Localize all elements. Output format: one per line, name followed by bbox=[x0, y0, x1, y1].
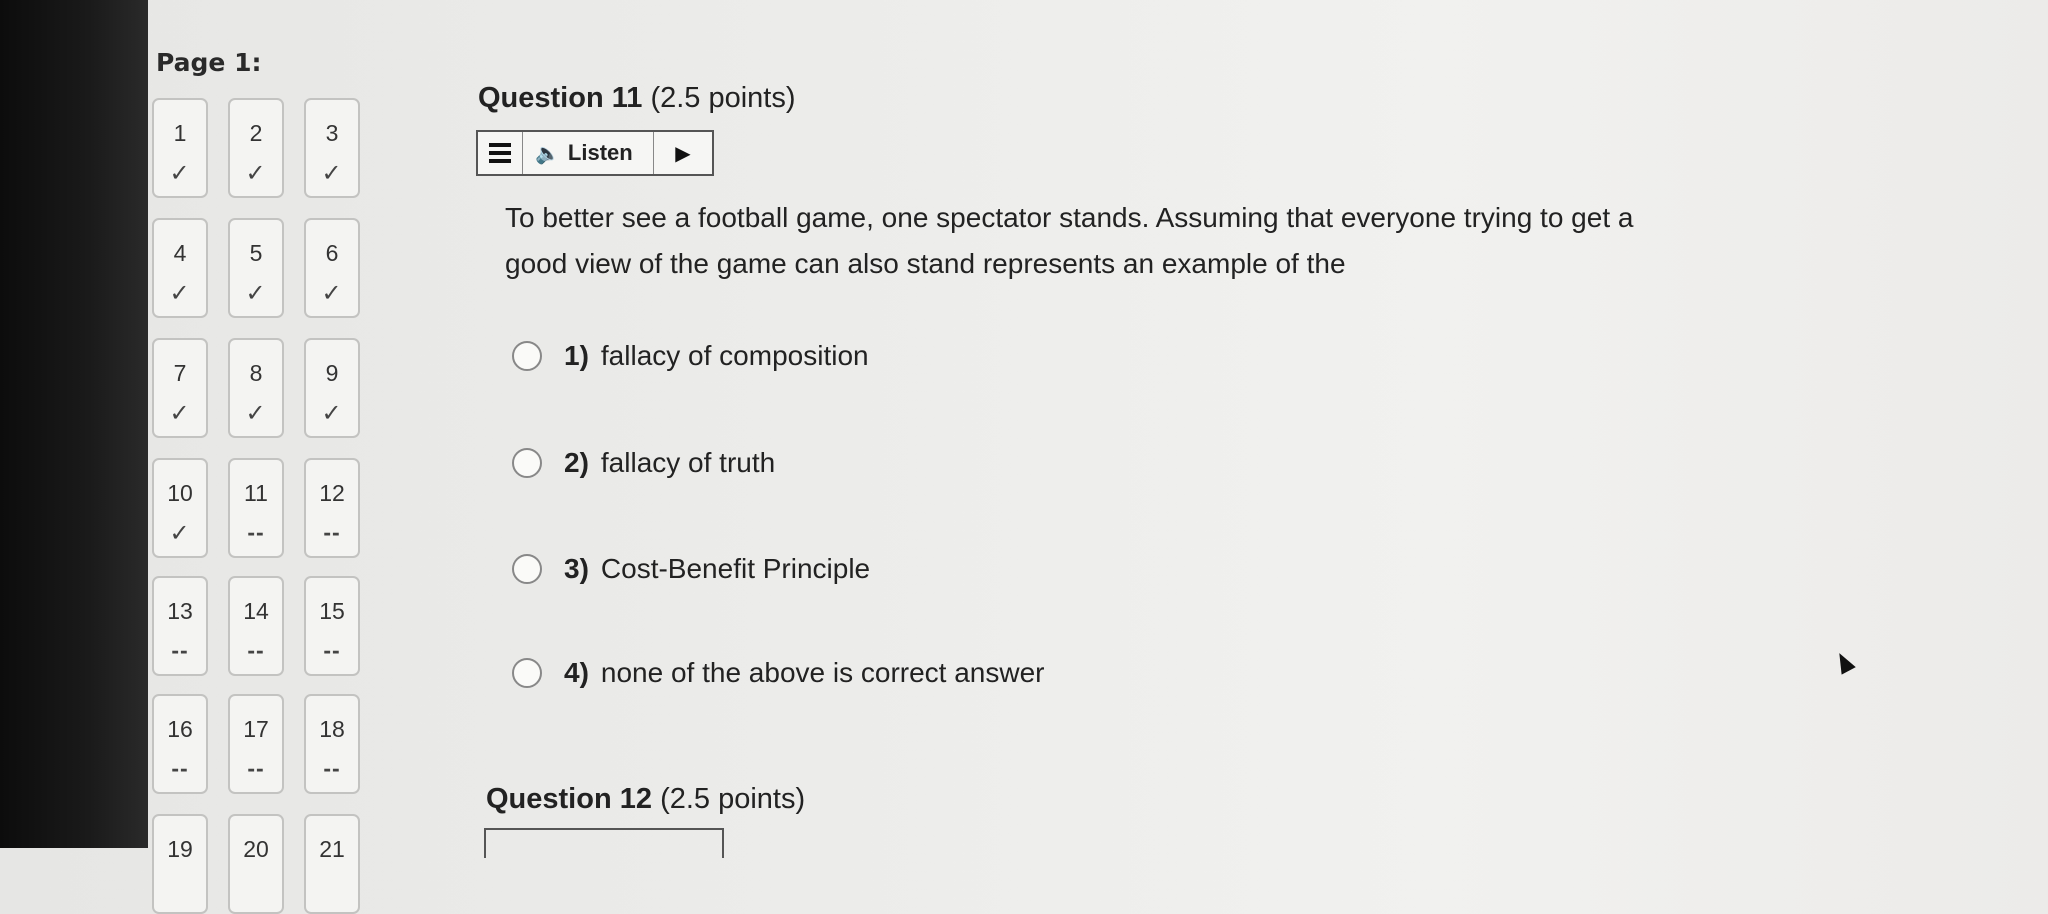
question-nav-item[interactable]: 9 ✓ bbox=[304, 338, 360, 438]
speaker-icon: 🔈 bbox=[535, 141, 560, 165]
question-nav-item[interactable]: 7 ✓ bbox=[152, 338, 208, 438]
option-number: 1) bbox=[564, 340, 589, 371]
play-icon: ▶ bbox=[675, 141, 691, 165]
screen-bezel bbox=[0, 0, 148, 848]
question-nav-number: 17 bbox=[243, 716, 269, 742]
option-number: 2) bbox=[564, 447, 589, 478]
question-nav-item[interactable]: 10 ✓ bbox=[152, 458, 208, 558]
question-nav-number: 11 bbox=[244, 480, 268, 506]
listen-button[interactable]: 🔈 Listen bbox=[523, 132, 654, 174]
question-nav-number: 4 bbox=[173, 240, 187, 266]
answer-option-3[interactable]: 3) Cost-Benefit Principle bbox=[512, 553, 870, 585]
check-icon: ✓ bbox=[245, 280, 267, 307]
question-nav-item[interactable]: 1 ✓ bbox=[152, 98, 208, 198]
unanswered-mark: -- bbox=[323, 637, 341, 663]
question-nav-number: 6 bbox=[325, 240, 339, 266]
answer-option-4[interactable]: 4) none of the above is correct answer bbox=[512, 657, 1045, 689]
question-nav-item[interactable]: 19 bbox=[152, 814, 208, 914]
unanswered-mark: -- bbox=[247, 637, 265, 663]
listen-menu-button[interactable] bbox=[478, 132, 523, 174]
unanswered-mark: -- bbox=[323, 755, 341, 781]
question-nav-number: 13 bbox=[167, 598, 193, 624]
question-nav-number: 3 bbox=[325, 120, 339, 146]
question-nav-number: 5 bbox=[249, 240, 263, 266]
unanswered-mark: -- bbox=[323, 519, 341, 545]
option-number: 3) bbox=[564, 553, 589, 584]
question-11-number: Question 11 bbox=[478, 82, 643, 114]
play-button[interactable]: ▶ bbox=[654, 132, 712, 174]
radio-button[interactable] bbox=[512, 554, 542, 584]
radio-button[interactable] bbox=[512, 448, 542, 478]
question-11-text: To better see a football game, one spect… bbox=[505, 202, 1634, 279]
check-icon: ✓ bbox=[169, 160, 191, 187]
question-nav-item[interactable]: 14 -- bbox=[228, 576, 284, 676]
question-nav-item[interactable]: 4 ✓ bbox=[152, 218, 208, 318]
question-navigator: 1 ✓ 2 ✓ 3 ✓ 4 ✓ 5 ✓ 6 ✓ 7 ✓ 8 ✓ 9 ✓ 10 ✓ 11 -- 12 -- 13 -- 14 -- 15-… bbox=[152, 98, 382, 914]
check-icon: ✓ bbox=[321, 160, 343, 187]
question-nav-item[interactable]: 18 -- bbox=[304, 694, 360, 794]
question-12-number: Question 12 bbox=[486, 783, 652, 815]
check-icon: ✓ bbox=[321, 400, 343, 427]
question-nav-number: 14 bbox=[243, 598, 269, 624]
option-text: fallacy of composition bbox=[600, 340, 869, 371]
option-text: none of the above is correct answer bbox=[600, 657, 1045, 688]
question-nav-item[interactable]: 6 ✓ bbox=[304, 218, 360, 318]
question-nav-number: 10 bbox=[167, 480, 193, 506]
question-nav-number: 2 bbox=[249, 120, 263, 146]
question-11-title: Question 11 (2.5 points) bbox=[478, 82, 796, 115]
question-nav-number: 7 bbox=[173, 360, 187, 386]
question-nav-item[interactable]: 20 bbox=[228, 814, 284, 914]
question-nav-number: 8 bbox=[249, 360, 263, 386]
question-nav-item[interactable]: 12 -- bbox=[304, 458, 360, 558]
check-icon: ✓ bbox=[245, 160, 267, 187]
radio-button[interactable] bbox=[512, 658, 542, 688]
unanswered-mark: -- bbox=[247, 519, 265, 545]
answer-option-2[interactable]: 2) fallacy of truth bbox=[512, 447, 775, 479]
unanswered-mark: -- bbox=[171, 637, 189, 663]
option-text: fallacy of truth bbox=[600, 447, 776, 478]
question-11-points: (2.5 points) bbox=[650, 82, 796, 114]
question-nav-item[interactable]: 11 -- bbox=[228, 458, 284, 558]
answer-option-1[interactable]: 1) fallacy of composition bbox=[512, 340, 869, 372]
question-12-points: (2.5 points) bbox=[660, 783, 806, 815]
option-number: 4) bbox=[564, 657, 589, 688]
question-nav-item[interactable]: 17 -- bbox=[228, 694, 284, 794]
menu-icon bbox=[489, 143, 511, 163]
check-icon: ✓ bbox=[169, 400, 191, 427]
mouse-cursor-icon bbox=[1832, 649, 1856, 675]
question-nav-item[interactable]: 15 -- bbox=[304, 576, 360, 676]
question-nav-number: 19 bbox=[167, 836, 193, 862]
question-nav-item[interactable]: 5 ✓ bbox=[228, 218, 284, 318]
question-nav-item[interactable]: 8 ✓ bbox=[228, 338, 284, 438]
question-nav-item[interactable]: 16 -- bbox=[152, 694, 208, 794]
question-nav-number: 15 bbox=[319, 598, 345, 624]
question-nav-number: 16 bbox=[167, 716, 193, 742]
question-nav-number: 12 bbox=[319, 480, 345, 506]
question-nav-number: 18 bbox=[319, 716, 345, 742]
question-nav-number: 1 bbox=[173, 120, 187, 146]
question-nav-item[interactable]: 21 bbox=[304, 814, 360, 914]
page-label: Page 1: bbox=[156, 48, 262, 77]
question-nav-number: 20 bbox=[243, 836, 269, 862]
check-icon: ✓ bbox=[245, 400, 267, 427]
listen-label: Listen bbox=[567, 140, 633, 165]
question-12-listen-toolbar bbox=[484, 828, 724, 858]
check-icon: ✓ bbox=[169, 280, 191, 307]
listen-toolbar: 🔈 Listen ▶ bbox=[476, 130, 714, 176]
check-icon: ✓ bbox=[169, 520, 191, 547]
radio-button[interactable] bbox=[512, 341, 542, 371]
check-icon: ✓ bbox=[321, 280, 343, 307]
question-nav-item[interactable]: 3 ✓ bbox=[304, 98, 360, 198]
question-nav-item[interactable]: 13 -- bbox=[152, 576, 208, 676]
unanswered-mark: -- bbox=[171, 755, 189, 781]
question-12-title: Question 12 (2.5 points) bbox=[486, 783, 805, 816]
unanswered-mark: -- bbox=[247, 755, 265, 781]
question-nav-number: 9 bbox=[325, 360, 339, 386]
option-text: Cost-Benefit Principle bbox=[600, 553, 871, 584]
question-nav-item[interactable]: 2 ✓ bbox=[228, 98, 284, 198]
question-nav-number: 21 bbox=[319, 836, 345, 862]
